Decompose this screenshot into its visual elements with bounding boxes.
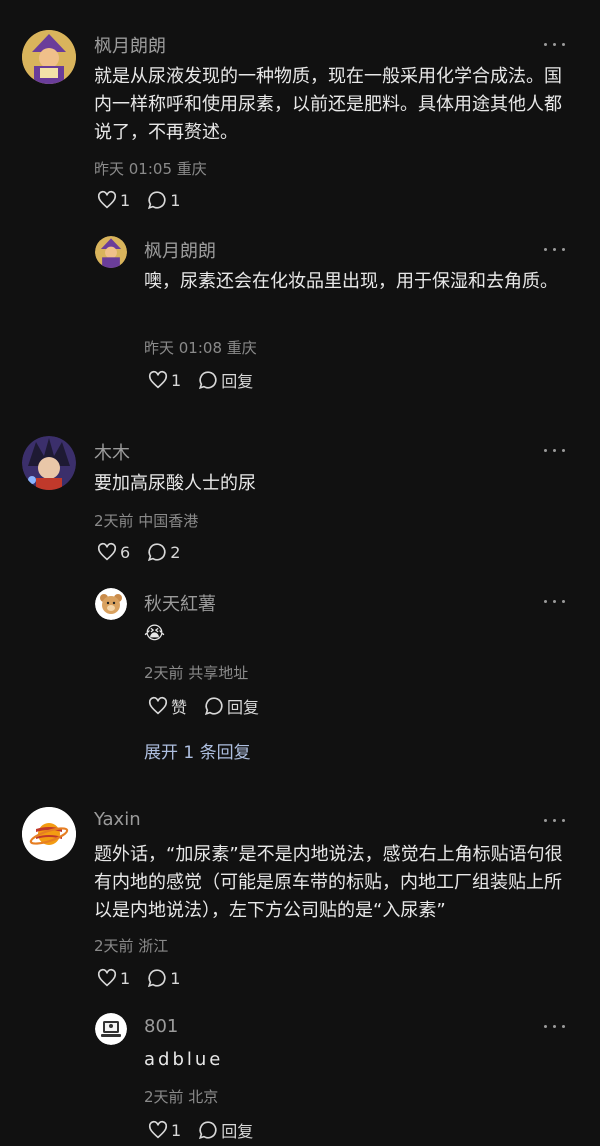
reply-meta: 2天前 北京 — [144, 1088, 219, 1106]
reply-actions: 1 回复 — [147, 368, 269, 392]
like-button[interactable]: 1 — [96, 967, 130, 989]
comment-bubble-icon — [199, 371, 217, 390]
heart-icon — [148, 696, 168, 715]
avatar[interactable] — [22, 30, 76, 84]
reply-meta: 昨天 01:08 重庆 — [144, 339, 257, 357]
reply-count: 1 — [170, 190, 181, 210]
anime-avatar-icon — [22, 436, 76, 490]
wizard-avatar-icon — [22, 30, 76, 84]
reply-button[interactable]: 1 — [146, 967, 180, 989]
comment-meta: 2天前 中国香港 — [94, 512, 199, 530]
heart-icon — [97, 542, 117, 561]
comment-meta: 昨天 01:05 重庆 — [94, 160, 207, 178]
author-name[interactable]: 木木 — [94, 439, 130, 465]
reply-label: 回复 — [227, 698, 260, 717]
more-options-button[interactable] — [544, 1022, 566, 1032]
wizard-avatar-icon — [95, 236, 127, 268]
avatar[interactable] — [95, 588, 127, 620]
reply-author-name[interactable]: 枫月朗朗 — [144, 237, 216, 263]
like-button[interactable]: 1 — [147, 369, 181, 391]
reply-button[interactable]: 1 — [146, 189, 180, 211]
reply-button[interactable]: 回复 — [197, 1118, 253, 1142]
reply-actions: 1 回复 — [147, 1118, 269, 1142]
like-label: 赞 — [171, 698, 188, 717]
like-count: 1 — [120, 968, 131, 988]
reply-actions: 赞 回复 — [147, 694, 275, 718]
comment-actions: 1 1 — [96, 189, 196, 211]
more-options-button[interactable] — [544, 245, 566, 255]
comment-thread: 枫月朗朗 就是从尿液发现的一种物质，现在一般采用化学合成法。国内一样称呼和使用尿… — [0, 0, 600, 1146]
reply-button[interactable]: 回复 — [203, 694, 259, 718]
like-button[interactable]: 1 — [96, 189, 130, 211]
comment-bubble-icon — [148, 969, 166, 988]
author-name[interactable]: Yaxin — [94, 809, 141, 830]
reply-label: 回复 — [221, 1122, 254, 1141]
like-button[interactable]: 6 — [96, 541, 130, 563]
reply-author-name[interactable]: 801 — [144, 1016, 178, 1037]
more-options-button[interactable] — [544, 816, 566, 826]
more-options-button[interactable] — [544, 597, 566, 607]
heart-icon — [148, 1120, 168, 1139]
avatar[interactable] — [22, 436, 76, 490]
comment-meta: 2天前 浙江 — [94, 937, 169, 955]
comment-text: 题外话，“加尿素”是不是内地说法，感觉右上角标贴语句很有内地的感觉（可能是原车带… — [94, 844, 563, 921]
comment-bubble-icon — [148, 191, 166, 210]
heart-icon — [97, 968, 117, 987]
heart-icon — [97, 190, 117, 209]
planet-avatar-icon — [22, 807, 76, 861]
reply-count: 2 — [170, 542, 181, 562]
comment-actions: 6 2 — [96, 541, 196, 563]
comment-bubble-icon — [148, 543, 166, 562]
avatar[interactable] — [95, 236, 127, 268]
like-count: 1 — [171, 370, 182, 390]
comment-actions: 1 1 — [96, 967, 196, 989]
expand-replies-link[interactable]: 展开 1 条回复 — [144, 738, 251, 763]
computer-avatar-icon — [95, 1013, 127, 1045]
reply-label: 回复 — [221, 372, 254, 391]
reply-button[interactable]: 2 — [146, 541, 180, 563]
author-name[interactable]: 枫月朗朗 — [94, 32, 166, 58]
reply-text: 😭 — [144, 623, 166, 644]
reply-count: 1 — [170, 968, 181, 988]
comment-text: 就是从尿液发现的一种物质，现在一般采用化学合成法。国内一样称呼和使用尿素，以前还… — [94, 66, 562, 143]
reply-meta: 2天前 共享地址 — [144, 664, 249, 682]
reply-text: adblue — [144, 1049, 224, 1070]
comment-text: 要加高尿酸人士的尿 — [94, 473, 256, 494]
avatar[interactable] — [22, 807, 76, 861]
bear-avatar-icon — [95, 588, 127, 620]
more-options-button[interactable] — [544, 446, 566, 456]
like-button[interactable]: 赞 — [147, 694, 187, 718]
like-button[interactable]: 1 — [147, 1119, 181, 1141]
more-options-button[interactable] — [544, 40, 566, 50]
comment-bubble-icon — [204, 697, 223, 716]
like-count: 1 — [171, 1120, 182, 1140]
like-count: 1 — [120, 190, 131, 210]
heart-icon — [148, 370, 168, 389]
like-count: 6 — [120, 542, 131, 562]
reply-button[interactable]: 回复 — [197, 368, 253, 392]
reply-text: 噢，尿素还会在化妆品里出现，用于保湿和去角质。 — [144, 271, 558, 292]
avatar[interactable] — [95, 1013, 127, 1045]
reply-author-name[interactable]: 秋天紅薯 — [144, 590, 216, 616]
comment-bubble-icon — [199, 1121, 217, 1140]
